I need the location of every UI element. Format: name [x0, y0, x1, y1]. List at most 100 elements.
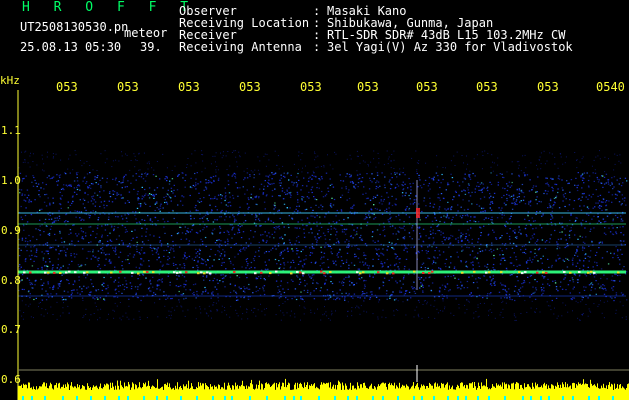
noise-speck — [214, 197, 216, 199]
amplitude-bar — [394, 382, 395, 400]
noise-speck — [530, 307, 532, 309]
noise-speck — [137, 297, 139, 299]
noise-speck — [176, 278, 178, 280]
noise-speck — [493, 162, 495, 164]
amplitude-bar — [512, 383, 513, 400]
amplitude-bar — [392, 385, 393, 400]
noise-speck — [404, 265, 406, 268]
noise-speck — [303, 232, 305, 234]
noise-speck — [191, 258, 194, 260]
noise-speck — [316, 225, 318, 227]
noise-speck — [138, 310, 140, 312]
noise-speck — [389, 188, 392, 190]
noise-speck — [156, 187, 159, 189]
noise-speck — [331, 253, 333, 255]
noise-speck — [611, 194, 614, 196]
noise-speck — [121, 155, 123, 157]
amplitude-bar — [452, 385, 453, 400]
noise-speck — [463, 209, 466, 211]
noise-speck — [82, 180, 84, 182]
noise-speck — [324, 246, 326, 248]
noise-speck — [531, 300, 533, 302]
noise-speck — [528, 282, 531, 284]
noise-speck — [220, 274, 222, 276]
noise-speck — [510, 262, 513, 264]
noise-speck — [55, 220, 57, 222]
noise-speck — [286, 193, 289, 195]
noise-speck — [565, 156, 567, 158]
noise-speck — [317, 308, 318, 310]
noise-speck — [290, 174, 292, 176]
noise-speck — [81, 165, 83, 167]
noise-speck — [214, 242, 217, 244]
amplitude-bar — [390, 385, 391, 400]
noise-speck — [47, 273, 49, 275]
noise-speck — [224, 251, 226, 253]
amplitude-bar — [169, 383, 170, 400]
noise-speck — [348, 280, 351, 282]
noise-speck — [299, 278, 301, 280]
noise-speck — [246, 203, 249, 205]
noise-speck — [139, 264, 142, 266]
noise-speck — [428, 176, 431, 179]
noise-speck — [436, 181, 438, 184]
noise-speck — [92, 255, 94, 257]
carrier-hotspot — [359, 272, 362, 275]
noise-speck — [368, 188, 371, 190]
noise-speck — [499, 237, 501, 239]
noise-speck — [450, 275, 452, 278]
noise-speck — [120, 215, 123, 217]
noise-speck — [294, 313, 296, 315]
noise-speck — [472, 282, 475, 284]
noise-speck — [155, 224, 157, 226]
noise-speck — [490, 292, 492, 294]
noise-speck — [287, 250, 289, 253]
noise-speck — [433, 305, 435, 307]
noise-speck — [512, 230, 514, 232]
noise-speck — [488, 314, 489, 316]
noise-speck — [386, 211, 388, 213]
noise-speck — [481, 250, 484, 252]
noise-speck — [310, 227, 312, 229]
noise-speck — [76, 210, 78, 212]
amplitude-bar — [429, 382, 430, 400]
amplitude-bar — [399, 382, 400, 400]
amplitude-bar — [463, 386, 464, 400]
noise-speck — [227, 184, 230, 186]
noise-speck — [211, 210, 213, 212]
amplitude-bar — [120, 380, 121, 400]
noise-speck — [536, 196, 538, 198]
noise-speck — [159, 205, 162, 207]
noise-speck — [378, 248, 380, 250]
noise-speck — [382, 229, 384, 232]
noise-speck — [178, 301, 180, 303]
amplitude-bar — [96, 385, 97, 400]
noise-speck — [466, 287, 469, 289]
noise-speck — [233, 221, 236, 223]
noise-speck — [489, 207, 491, 209]
noise-speck — [500, 259, 502, 261]
noise-speck — [565, 239, 567, 241]
noise-speck — [237, 195, 239, 197]
noise-speck — [524, 227, 527, 229]
noise-speck — [284, 249, 286, 251]
noise-speck — [227, 240, 229, 242]
noise-speck — [98, 257, 100, 259]
amplitude-bar — [153, 386, 154, 400]
noise-speck — [187, 309, 189, 311]
amplitude-bar — [446, 383, 447, 400]
noise-speck — [221, 305, 223, 307]
amplitude-bar — [273, 383, 274, 400]
noise-speck — [466, 214, 468, 216]
noise-speck — [190, 165, 192, 167]
amplitude-bar — [24, 384, 25, 400]
noise-speck — [404, 247, 407, 250]
noise-speck — [214, 196, 216, 198]
noise-speck — [347, 301, 349, 303]
noise-speck — [583, 260, 585, 262]
noise-speck — [68, 263, 70, 266]
noise-speck — [557, 254, 559, 256]
amplitude-bar — [375, 387, 376, 400]
noise-speck — [420, 285, 423, 287]
noise-speck — [584, 227, 586, 229]
